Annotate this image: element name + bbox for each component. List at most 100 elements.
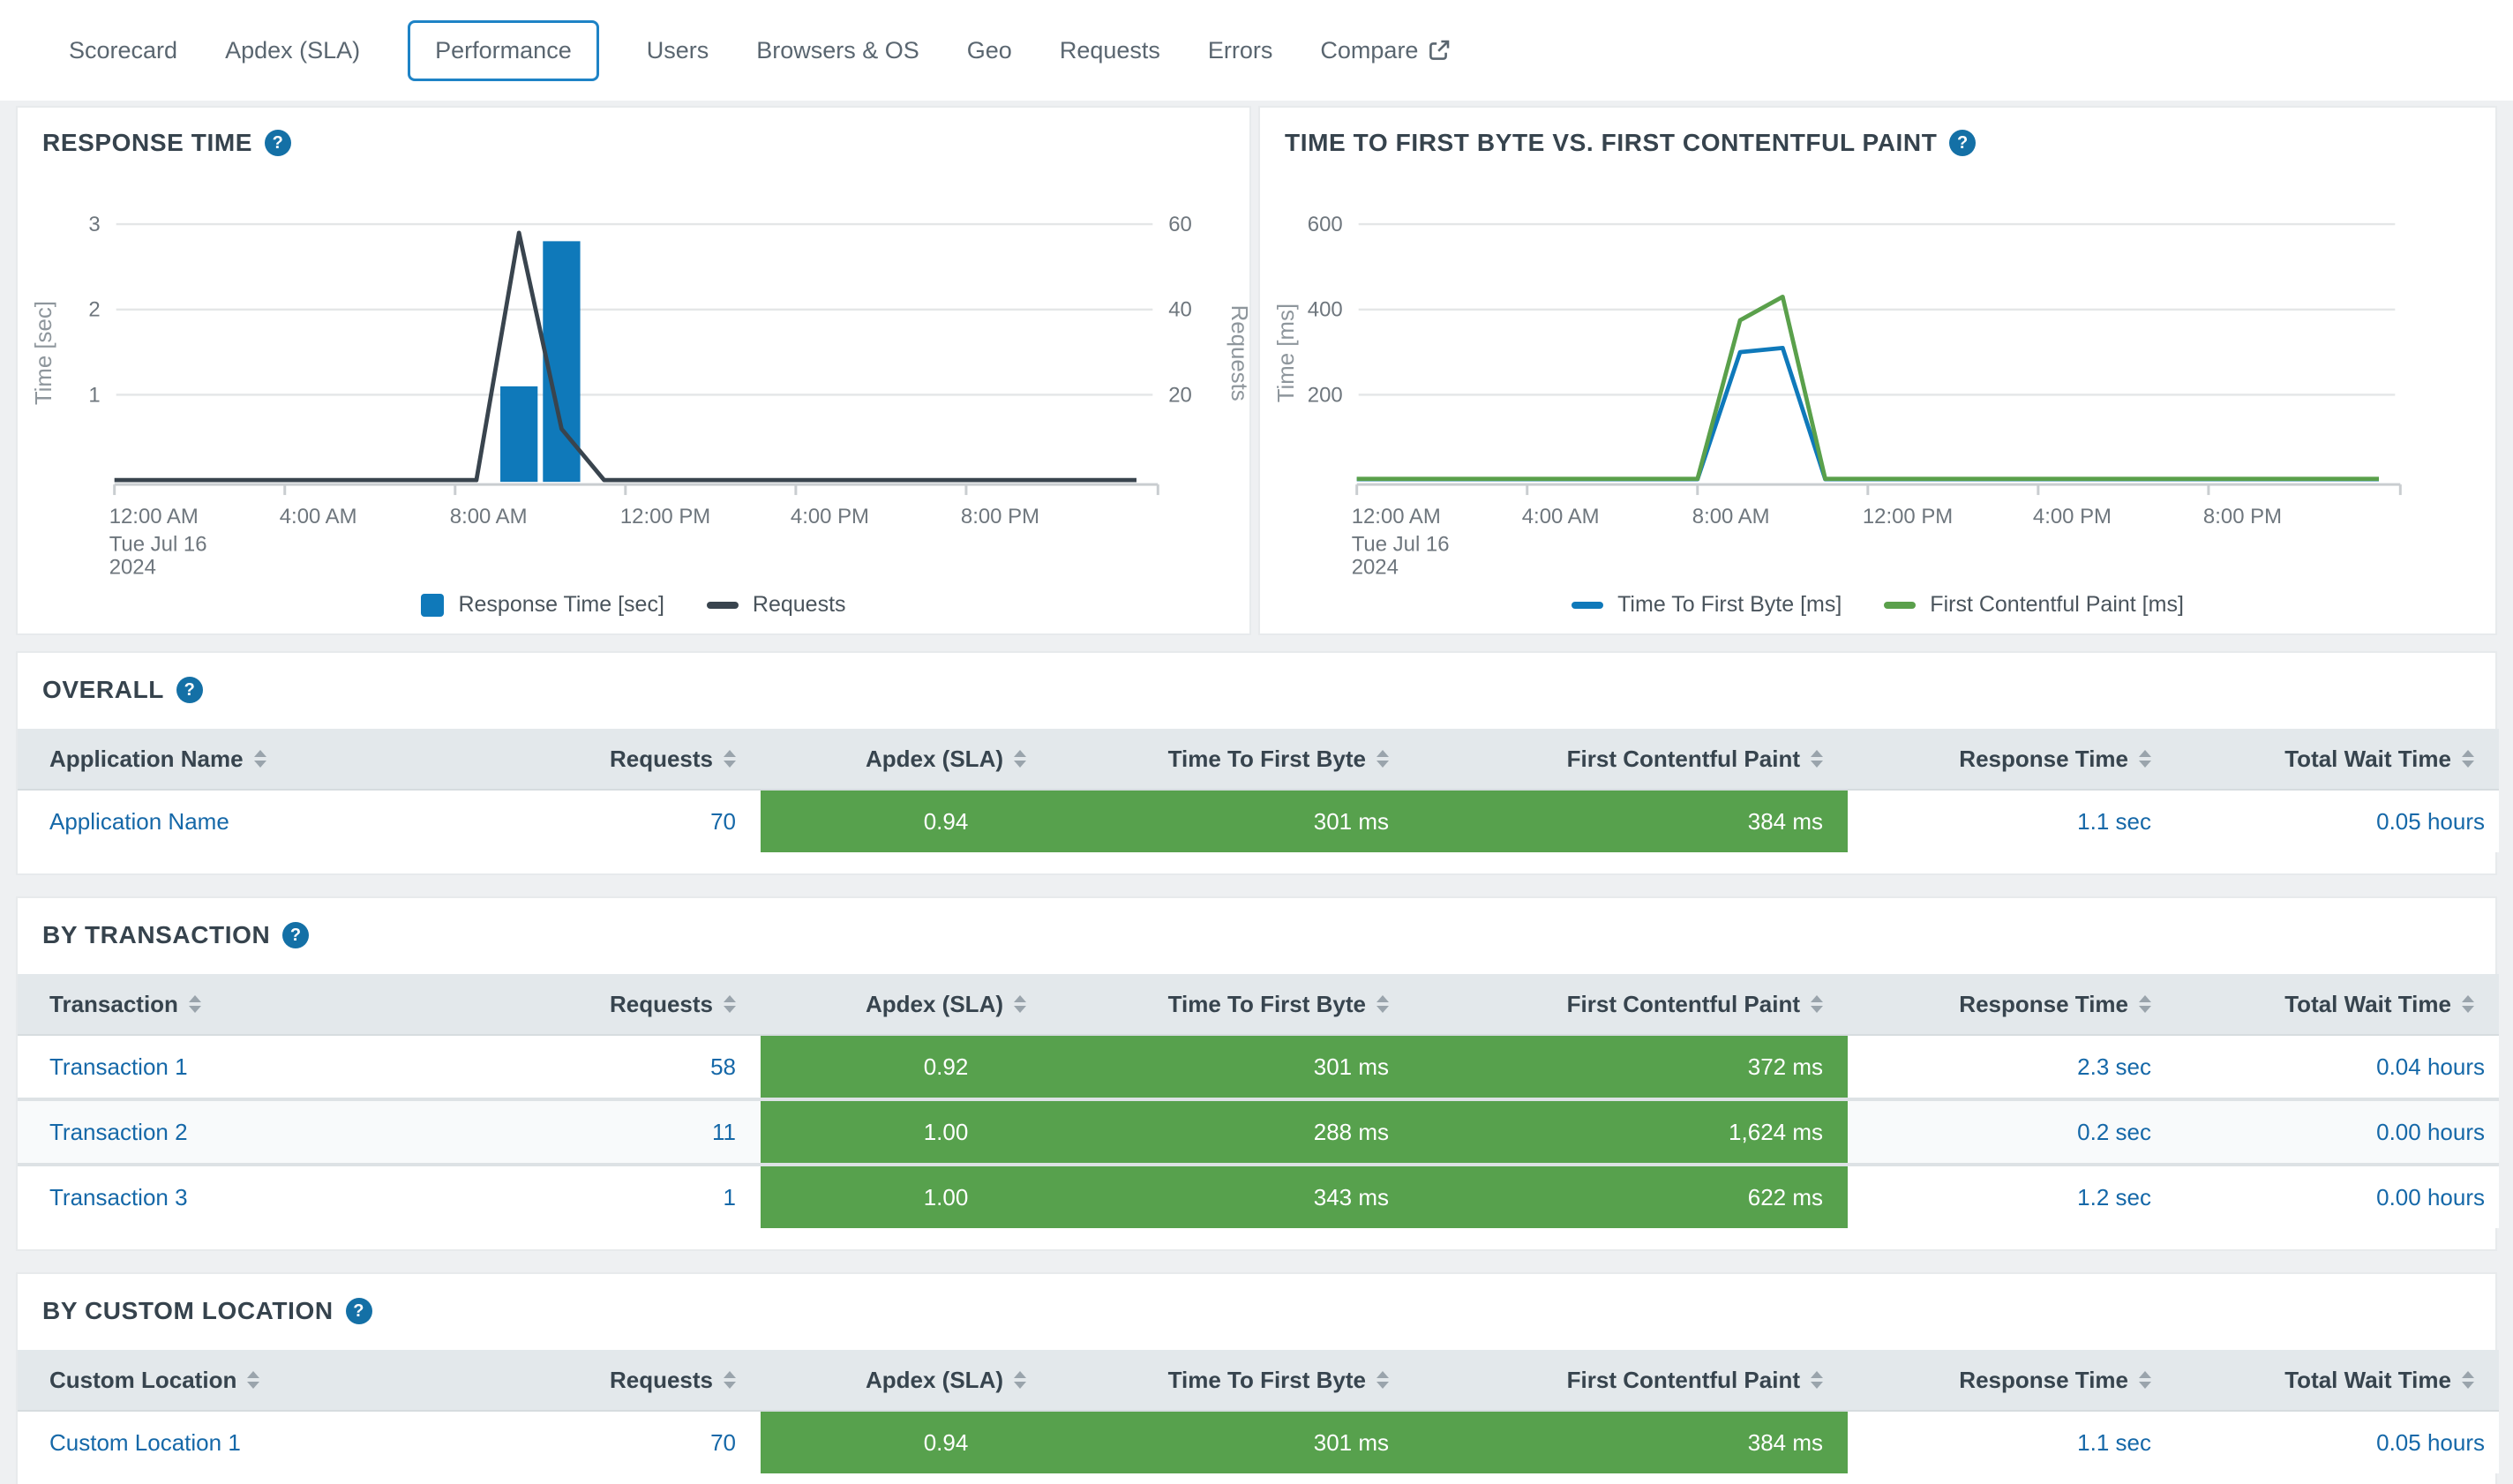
cell-first-contentful-paint: 622 ms [1414,1165,1848,1228]
tab-scorecard[interactable]: Scorecard [69,21,177,80]
tab-browsers-os[interactable]: Browsers & OS [756,21,919,80]
help-icon[interactable] [282,922,309,948]
by-custom-location-section-title: BY CUSTOM LOCATION [18,1274,2495,1325]
cell-total-wait-time: 0.00 hours [2176,1099,2499,1165]
column-header-requests[interactable]: Requests [529,974,761,1035]
help-icon[interactable] [176,677,203,703]
sort-icon [1811,1371,1823,1389]
ttfb-vs-fcp-panel: TIME TO FIRST BYTE VS. FIRST CONTENTFUL … [1258,106,2497,635]
cell-value: 11 [529,1119,736,1146]
column-header-label: Response Time [1959,991,2128,1018]
column-header-time-to-first-byte[interactable]: Time To First Byte [1131,1350,1414,1411]
legend-item-time-to-first-byte-ms[interactable]: Time To First Byte [ms] [1572,592,1842,618]
row-name-cell: Transaction 3 [18,1165,529,1228]
tab-performance[interactable]: Performance [408,20,599,81]
tab-label: Errors [1208,37,1273,64]
column-header-requests[interactable]: Requests [529,1350,761,1411]
cell-value: 0.2 sec [1848,1119,2151,1146]
sort-icon [2462,995,2474,1013]
column-header-time-to-first-byte[interactable]: Time To First Byte [1131,729,1414,790]
sort-icon [1014,750,1026,768]
section-title-text: BY TRANSACTION [42,921,270,949]
column-header-label: Requests [610,991,713,1018]
cell-first-contentful-paint: 1,624 ms [1414,1099,1848,1165]
column-header-first-contentful-paint[interactable]: First Contentful Paint [1414,974,1848,1035]
legend-item-requests[interactable]: Requests [707,592,846,618]
column-header-time-to-first-byte[interactable]: Time To First Byte [1131,974,1414,1035]
tables-container: OVERALLApplication NameRequestsApdex (SL… [0,651,2513,1484]
tab-apdex-sla[interactable]: Apdex (SLA) [225,21,360,80]
sort-icon [1014,995,1026,1013]
cell-value: 0.92 [761,1053,1131,1081]
section-title-text: OVERALL [42,676,164,704]
ttfb-vs-fcp-legend: Time To First Byte [ms] First Contentful … [1260,592,2495,618]
tab-users[interactable]: Users [647,21,709,80]
column-header-response-time[interactable]: Response Time [1848,1350,2176,1411]
sort-icon [1014,1371,1026,1389]
sort-icon [724,995,736,1013]
row-link[interactable]: Transaction 1 [49,1053,529,1081]
cell-value: 1.1 sec [1848,808,2151,836]
column-header-application-name[interactable]: Application Name [18,729,529,790]
cell-value: 288 ms [1131,1119,1389,1146]
cell-requests: 58 [529,1035,761,1099]
charts-row: RESPONSE TIME 12024036012:00 AMTue Jul 1… [16,106,2497,635]
x-date-label: 2024 [109,555,156,579]
tab-errors[interactable]: Errors [1208,21,1273,80]
cell-first-contentful-paint: 384 ms [1414,790,1848,852]
legend-swatch [421,594,444,617]
column-header-total-wait-time[interactable]: Total Wait Time [2176,729,2499,790]
cell-value: 622 ms [1414,1184,1823,1211]
column-header-label: Apdex (SLA) [866,746,1003,773]
tab-label: Scorecard [69,37,177,64]
cell-response-time: 1.1 sec [1848,790,2176,852]
column-header-transaction[interactable]: Transaction [18,974,529,1035]
cell-time-to-first-byte: 288 ms [1131,1099,1414,1165]
line-time-to-first-byte-ms [1357,348,2379,479]
row-name-cell: Custom Location 1 [18,1411,529,1473]
help-icon[interactable] [346,1298,372,1324]
row-link[interactable]: Application Name [49,808,529,836]
by-custom-location-panel: BY CUSTOM LOCATION Custom LocationRequest… [16,1272,2497,1484]
column-header-requests[interactable]: Requests [529,729,761,790]
tab-requests[interactable]: Requests [1060,21,1160,80]
cell-value: 1.2 sec [1848,1184,2151,1211]
cell-value: 0.04 hours [2176,1053,2485,1081]
x-tick-label: 4:00 PM [2033,505,2112,528]
cell-value: 384 ms [1414,1429,1823,1457]
line-first-contentful-paint-ms [1357,296,2379,478]
cell-time-to-first-byte: 301 ms [1131,790,1414,852]
row-link[interactable]: Custom Location 1 [49,1429,529,1457]
row-link[interactable]: Transaction 3 [49,1184,529,1211]
legend-label: First Contentful Paint [ms] [1930,592,2184,618]
cell-total-wait-time: 0.05 hours [2176,790,2499,852]
cell-value: 1,624 ms [1414,1119,1823,1146]
cell-value: 372 ms [1414,1053,1823,1081]
legend-item-first-contentful-paint-ms[interactable]: First Contentful Paint [ms] [1884,592,2184,618]
cell-response-time: 1.2 sec [1848,1165,2176,1228]
column-header-first-contentful-paint[interactable]: First Contentful Paint [1414,1350,1848,1411]
sort-icon [2462,750,2474,768]
column-header-apdex-sla[interactable]: Apdex (SLA) [761,1350,1131,1411]
cell-response-time: 0.2 sec [1848,1099,2176,1165]
column-header-label: Apdex (SLA) [866,1367,1003,1394]
tab-compare[interactable]: Compare [1320,21,1450,80]
column-header-label: Transaction [49,991,178,1018]
row-link[interactable]: Transaction 2 [49,1119,529,1146]
column-header-apdex-sla[interactable]: Apdex (SLA) [761,729,1131,790]
column-header-total-wait-time[interactable]: Total Wait Time [2176,974,2499,1035]
cell-value: 301 ms [1131,1429,1389,1457]
column-header-first-contentful-paint[interactable]: First Contentful Paint [1414,729,1848,790]
column-header-response-time[interactable]: Response Time [1848,729,2176,790]
column-header-response-time[interactable]: Response Time [1848,974,2176,1035]
tab-geo[interactable]: Geo [967,21,1012,80]
column-header-custom-location[interactable]: Custom Location [18,1350,529,1411]
legend-item-response-time-sec[interactable]: Response Time [sec] [421,592,664,618]
cell-value: 0.00 hours [2176,1119,2485,1146]
column-header-total-wait-time[interactable]: Total Wait Time [2176,1350,2499,1411]
tab-label: Requests [1060,37,1160,64]
sort-icon [2139,995,2151,1013]
column-header-apdex-sla[interactable]: Apdex (SLA) [761,974,1131,1035]
column-header-label: Application Name [49,746,244,773]
column-header-label: Total Wait Time [2284,1367,2451,1394]
